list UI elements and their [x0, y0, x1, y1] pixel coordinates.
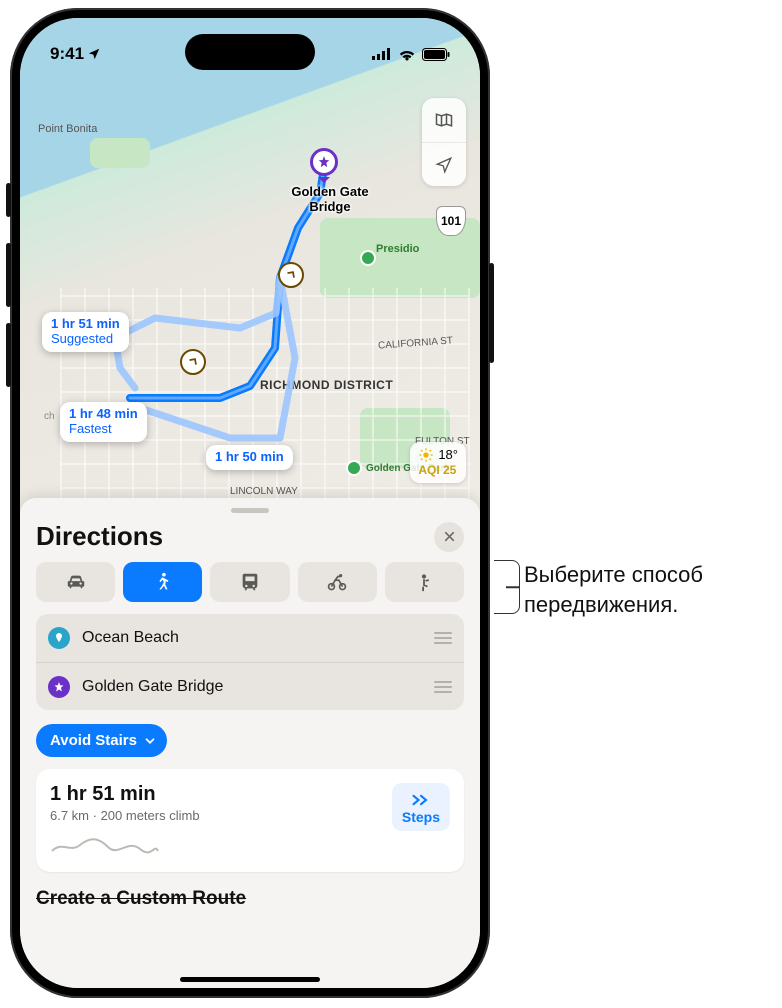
chevron-down-icon — [143, 734, 157, 748]
wifi-icon — [398, 48, 416, 61]
end-pin-icon — [48, 676, 70, 698]
navigation-arrow-icon — [435, 156, 453, 174]
steps-button[interactable]: Steps — [392, 783, 450, 831]
location-arrow-icon — [87, 47, 101, 61]
rideshare-icon — [413, 571, 435, 593]
map-label: Presidio — [376, 243, 419, 255]
annotation-text: Выберите способ передвижения. — [524, 560, 703, 619]
waypoint-label: Ocean Beach — [82, 629, 422, 647]
transport-mode-row — [36, 562, 464, 602]
reorder-handle-icon[interactable] — [434, 681, 452, 693]
avoid-stairs-chip[interactable]: Avoid Stairs — [36, 724, 167, 757]
location-button[interactable] — [422, 142, 466, 186]
directions-sheet[interactable]: Directions — [20, 498, 480, 988]
side-button — [6, 183, 11, 217]
waypoint-label: Golden Gate Bridge — [82, 678, 422, 696]
battery-icon — [422, 48, 450, 61]
mode-transit[interactable] — [210, 562, 289, 602]
map-label: Point Bonita — [38, 123, 97, 135]
route-callout-suggested[interactable]: 1 hr 51 min Suggested — [42, 312, 129, 352]
map-label: LINCOLN WAY — [230, 486, 298, 497]
create-custom-route[interactable]: Create a Custom Route — [36, 888, 464, 910]
transit-icon — [239, 571, 261, 593]
destination-pin-icon[interactable] — [310, 148, 338, 176]
close-button[interactable] — [434, 522, 464, 552]
turn-marker-icon — [180, 349, 206, 375]
bike-icon — [326, 571, 348, 593]
waypoint-end[interactable]: Golden Gate Bridge — [36, 662, 464, 710]
mode-rideshare[interactable] — [385, 562, 464, 602]
close-icon — [443, 530, 456, 543]
sun-icon — [418, 447, 434, 463]
turn-marker-icon — [278, 262, 304, 288]
weather-aqi: AQI 25 — [418, 463, 458, 478]
map-controls — [422, 98, 466, 186]
destination-label: Golden Gate Bridge — [282, 184, 378, 214]
side-button — [6, 323, 11, 387]
map-label: ch — [44, 411, 55, 422]
waypoints-list: Ocean Beach Golden Gate Bridge — [36, 614, 464, 710]
screen: 9:41 Point Bonita Presidio RICHMOND DIST… — [20, 18, 480, 988]
dynamic-island — [185, 34, 315, 70]
park-pin-icon — [346, 460, 362, 476]
route-callout-alt[interactable]: 1 hr 50 min — [206, 445, 293, 470]
map-label: RICHMOND DISTRICT — [260, 378, 393, 392]
annotation-bracket — [494, 560, 520, 614]
weather-temp: 18° — [438, 447, 458, 463]
side-button — [6, 243, 11, 307]
route-subtitle: 6.7 km · 200 meters climb — [50, 808, 382, 823]
walk-icon — [152, 571, 174, 593]
map-view[interactable]: Point Bonita Presidio RICHMOND DISTRICT … — [20, 18, 480, 513]
elevation-sparkline-icon — [50, 831, 160, 857]
status-time: 9:41 — [50, 44, 84, 64]
start-pin-icon — [48, 627, 70, 649]
waypoint-start[interactable]: Ocean Beach — [36, 614, 464, 662]
double-chevron-right-icon — [411, 793, 431, 807]
route-time: 1 hr 51 min — [50, 783, 382, 806]
car-icon — [65, 571, 87, 593]
map-fold-icon — [434, 110, 454, 130]
map-mode-button[interactable] — [422, 98, 466, 142]
cellular-icon — [372, 48, 392, 60]
side-button — [489, 263, 494, 363]
mode-cycle[interactable] — [298, 562, 377, 602]
reorder-handle-icon[interactable] — [434, 632, 452, 644]
map-park — [90, 138, 150, 168]
sheet-grip[interactable] — [231, 508, 269, 513]
sheet-title: Directions — [36, 521, 163, 552]
route-card[interactable]: 1 hr 51 min 6.7 km · 200 meters climb St… — [36, 769, 464, 872]
phone-frame: 9:41 Point Bonita Presidio RICHMOND DIST… — [10, 8, 490, 998]
home-indicator[interactable] — [180, 977, 320, 982]
route-callout-fastest[interactable]: 1 hr 48 min Fastest — [60, 402, 147, 442]
park-pin-icon — [360, 250, 376, 266]
weather-badge[interactable]: 18° AQI 25 — [410, 442, 466, 483]
mode-drive[interactable] — [36, 562, 115, 602]
mode-walk[interactable] — [123, 562, 202, 602]
route-shield-101: 101 — [436, 206, 466, 236]
